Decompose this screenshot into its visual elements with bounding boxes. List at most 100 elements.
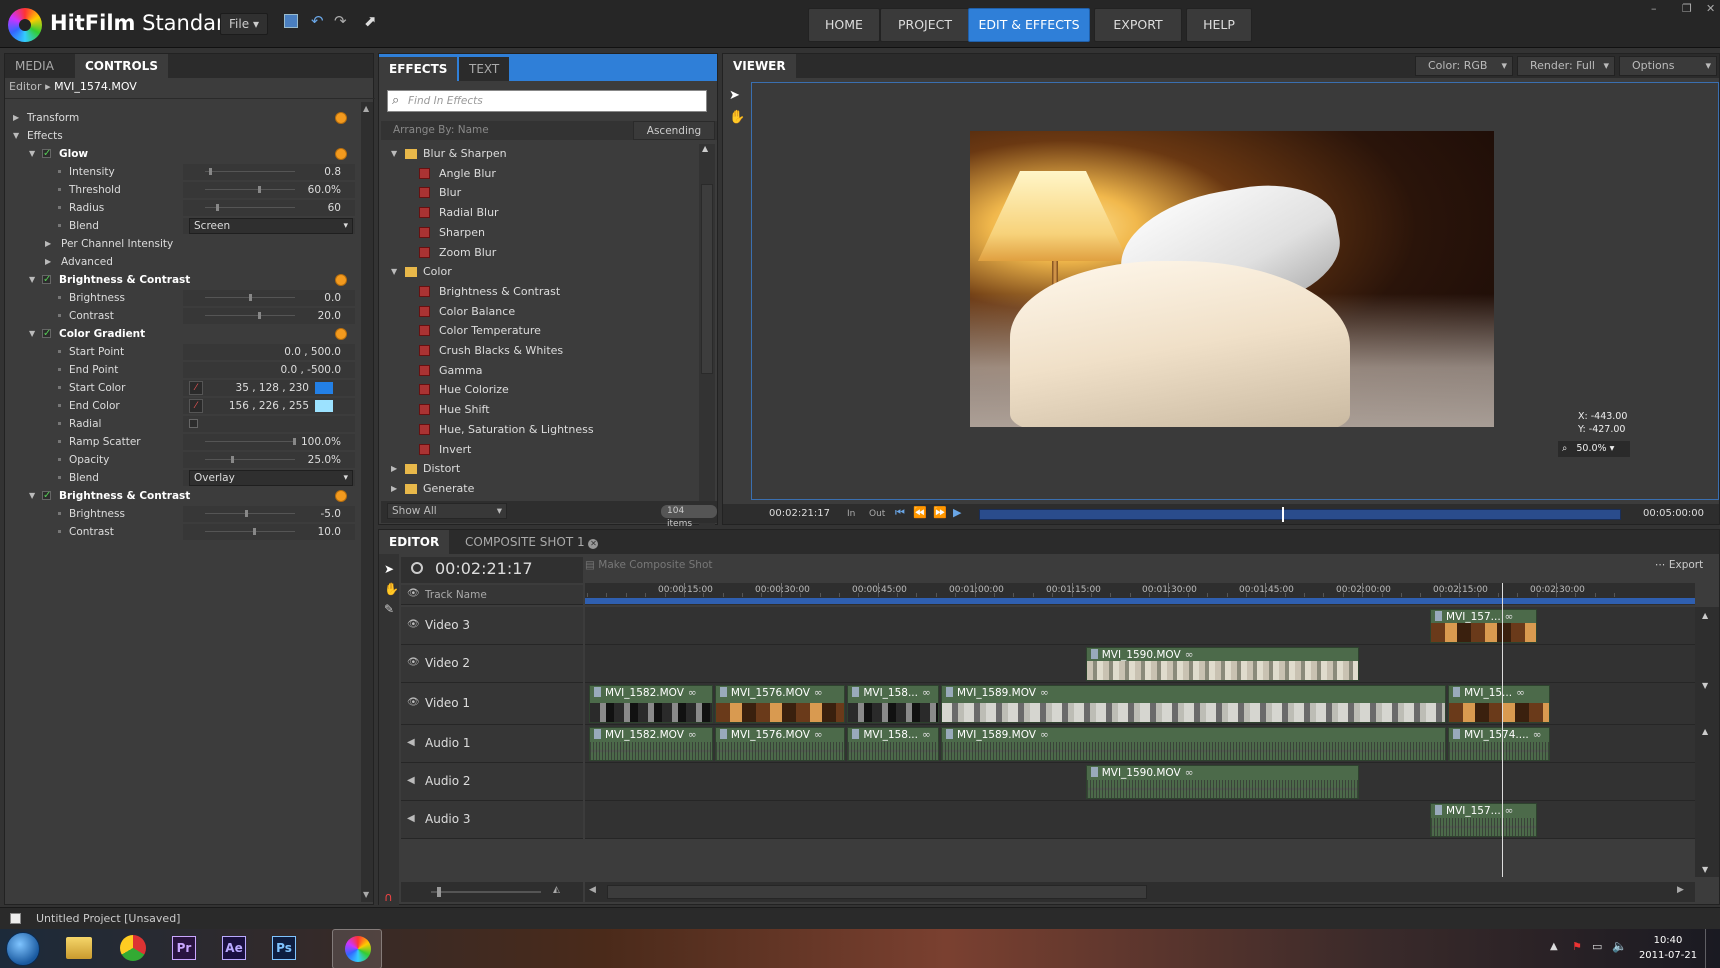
render-quality-dropdown[interactable]: Render: Full ▾ bbox=[1517, 56, 1615, 76]
property-value[interactable]: 60.0% bbox=[308, 181, 341, 199]
work-area-bar[interactable] bbox=[585, 598, 1695, 604]
effect-item[interactable]: Sharpen bbox=[381, 223, 699, 243]
effects-scroll-thumb[interactable] bbox=[701, 184, 713, 374]
blend-mode-dropdown[interactable]: Screen bbox=[189, 218, 353, 234]
link-icon[interactable]: ∞ bbox=[1185, 767, 1194, 779]
network-icon[interactable]: ▭ bbox=[1592, 940, 1602, 953]
keyframe-reset-icon[interactable] bbox=[335, 328, 347, 340]
video-clip[interactable]: MVI_158... ∞ bbox=[847, 685, 940, 723]
eyedropper-icon[interactable]: ⁄ bbox=[189, 381, 203, 395]
link-icon[interactable]: ∞ bbox=[1533, 729, 1542, 741]
hscroll-thumb[interactable] bbox=[607, 885, 1147, 899]
effect-enable-checkbox[interactable] bbox=[42, 325, 51, 343]
effect-enable-checkbox[interactable] bbox=[42, 145, 51, 163]
export-button[interactable]: ⋯ Export bbox=[1655, 559, 1703, 571]
viewer-playhead[interactable] bbox=[1282, 507, 1284, 522]
effect-item[interactable]: Angle Blur bbox=[381, 164, 699, 184]
collapse-arrow-icon[interactable]: ▼ bbox=[29, 487, 35, 505]
hand-tool-icon[interactable]: ✋ bbox=[384, 582, 399, 596]
visibility-eye-icon[interactable]: 👁 bbox=[407, 619, 420, 630]
effect-item[interactable]: Invert bbox=[381, 440, 699, 460]
property-value[interactable]: 60 bbox=[328, 199, 341, 217]
property-value[interactable]: -5.0 bbox=[321, 505, 342, 523]
step-forward-icon[interactable]: ⏩ bbox=[933, 506, 947, 519]
effect-enable-checkbox[interactable] bbox=[42, 487, 51, 505]
property-slider[interactable] bbox=[205, 204, 295, 211]
file-menu-button[interactable]: File ▾ bbox=[220, 13, 268, 35]
link-icon[interactable]: ∞ bbox=[814, 729, 823, 741]
scroll-down-icon[interactable]: ▼ bbox=[363, 890, 369, 899]
link-icon[interactable]: ∞ bbox=[1040, 729, 1049, 741]
link-icon[interactable]: ∞ bbox=[1505, 611, 1514, 623]
property-slider[interactable] bbox=[205, 438, 296, 445]
link-icon[interactable]: ∞ bbox=[922, 687, 931, 699]
properties-scrollbar[interactable]: ▲ ▼ bbox=[361, 102, 373, 902]
property-slider[interactable] bbox=[205, 294, 295, 301]
audio-clip[interactable]: MVI_1574.... ∞ bbox=[1448, 727, 1550, 761]
sort-order-button[interactable]: Ascending bbox=[633, 121, 715, 140]
magnet-snap-icon[interactable]: ∩ bbox=[384, 890, 393, 904]
expand-arrow-icon[interactable]: ▶ bbox=[45, 253, 51, 271]
timeline-zoom-bar[interactable]: ◭ bbox=[401, 882, 583, 902]
timeline-ruler[interactable]: 00:00:15:00 00:00:30:00 00:00:45:00 00:01:0… bbox=[585, 583, 1695, 605]
volume-icon[interactable]: 🔈 bbox=[1612, 939, 1627, 953]
property-value[interactable]: 0.0 , -500.0 bbox=[280, 361, 341, 379]
hitfilm-taskbar-icon[interactable] bbox=[332, 929, 382, 968]
speaker-icon[interactable]: ◀ bbox=[407, 775, 415, 786]
zoom-slider[interactable] bbox=[431, 891, 541, 893]
hand-tool-icon[interactable]: ✋ bbox=[729, 110, 745, 125]
property-checkbox[interactable] bbox=[189, 419, 198, 428]
property-value[interactable]: 0.8 bbox=[324, 163, 341, 181]
effect-item[interactable]: Blur bbox=[381, 183, 699, 203]
photoshop-taskbar-icon[interactable]: Ps bbox=[264, 929, 304, 968]
link-icon[interactable]: ∞ bbox=[922, 729, 931, 741]
slider-knob[interactable] bbox=[258, 312, 261, 319]
collapse-arrow-icon[interactable]: ▼ bbox=[29, 325, 35, 343]
link-icon[interactable]: ∞ bbox=[688, 729, 697, 741]
effect-item[interactable]: Radial Blur bbox=[381, 203, 699, 223]
collapse-arrow-icon[interactable]: ▼ bbox=[29, 145, 35, 163]
effect-enable-checkbox[interactable] bbox=[42, 271, 51, 289]
slider-knob[interactable] bbox=[245, 510, 248, 517]
collapse-arrow-icon[interactable]: ▼ bbox=[391, 262, 397, 282]
timeline-timecode[interactable]: 00:02:21:17 bbox=[435, 559, 533, 578]
link-icon[interactable]: ∞ bbox=[688, 687, 697, 699]
effect-item[interactable]: Hue Colorize bbox=[381, 380, 699, 400]
tab-viewer[interactable]: VIEWER bbox=[723, 54, 796, 78]
effect-item[interactable]: Color Temperature bbox=[381, 321, 699, 341]
collapse-arrow-icon[interactable]: ▼ bbox=[13, 127, 19, 145]
tab-text[interactable]: TEXT bbox=[459, 57, 510, 81]
tab-composite-shot[interactable]: COMPOSITE SHOT 1 ✕ bbox=[455, 530, 608, 554]
visibility-eye-icon[interactable]: 👁 bbox=[407, 588, 420, 599]
video-clip[interactable]: MVI_157... ∞ bbox=[1430, 609, 1537, 643]
tab-media[interactable]: MEDIA bbox=[5, 54, 64, 78]
save-icon[interactable] bbox=[284, 14, 298, 28]
scroll-right-icon[interactable]: ▶ bbox=[1677, 885, 1684, 895]
link-icon[interactable]: ∞ bbox=[1505, 805, 1514, 817]
chrome-taskbar-icon[interactable] bbox=[112, 929, 152, 968]
audio-clip[interactable]: MVI_1582.MOV ∞ bbox=[588, 727, 713, 761]
minimize-icon[interactable]: – bbox=[1651, 2, 1657, 15]
tab-editor[interactable]: EDITOR bbox=[379, 530, 450, 554]
color-mode-dropdown[interactable]: Color: RGB ▾ bbox=[1415, 56, 1513, 76]
fullscreen-icon[interactable]: ⬈ bbox=[364, 12, 377, 30]
property-slider[interactable] bbox=[205, 312, 295, 319]
collapse-arrow-icon[interactable]: ▼ bbox=[29, 271, 35, 289]
scroll-down-icon[interactable]: ▼ bbox=[1702, 681, 1708, 690]
clock-date[interactable]: 2011-07-21 bbox=[1638, 950, 1698, 961]
effect-item[interactable]: Gamma bbox=[381, 361, 699, 381]
audio-clip[interactable]: MVI_157... ∞ bbox=[1430, 803, 1537, 837]
zoom-slider-knob[interactable] bbox=[437, 887, 441, 897]
property-slider[interactable] bbox=[205, 456, 295, 463]
audio-clip[interactable]: MVI_1576.MOV ∞ bbox=[714, 727, 846, 761]
slider-knob[interactable] bbox=[293, 438, 296, 445]
play-icon[interactable]: ▶ bbox=[953, 506, 961, 519]
expand-arrow-icon[interactable]: ▶ bbox=[45, 235, 51, 253]
video-clip[interactable]: MVI_1589.MOV ∞ bbox=[941, 685, 1447, 723]
effect-folder[interactable]: ▶ Distort bbox=[381, 459, 699, 479]
tray-expand-icon[interactable]: ▲ bbox=[1550, 941, 1558, 952]
effect-folder[interactable]: ▶ Generate bbox=[381, 479, 699, 499]
viewer-canvas[interactable]: X: -443.00 Y: -427.00 ⌕ 50.0% ▾ bbox=[751, 82, 1719, 500]
windows-start-icon[interactable] bbox=[6, 932, 40, 966]
mark-out-button[interactable]: Out bbox=[869, 509, 885, 519]
